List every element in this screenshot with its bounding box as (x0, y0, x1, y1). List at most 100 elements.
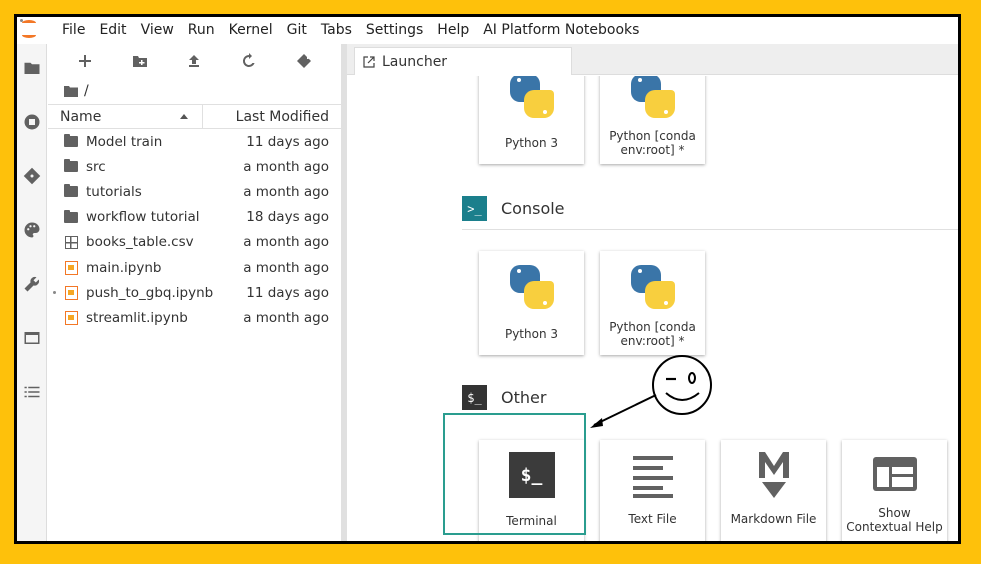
file-list: Model train 11 days ago src a month ago … (48, 129, 341, 331)
console-python-conda-card[interactable]: Python [conda env:root] * (600, 251, 705, 355)
python-logo-icon (508, 76, 556, 120)
modified-column-label: Last Modified (235, 108, 329, 125)
file-row-workflow-tutorial[interactable]: workflow tutorial 18 days ago (48, 205, 341, 230)
name-column-header[interactable]: Name (48, 105, 203, 128)
file-modified: 18 days ago (246, 209, 329, 226)
tab-bar: Launcher (347, 44, 958, 75)
menu-file[interactable]: File (55, 17, 92, 44)
card-label: Markdown File (730, 512, 817, 526)
running-indicator-dot (53, 291, 56, 295)
file-modified: a month ago (243, 183, 329, 200)
file-name: push_to_gbq.ipynb (86, 284, 214, 301)
markdown-file-card[interactable]: Markdown File (721, 440, 826, 541)
markdown-icon (758, 452, 789, 498)
refresh-button[interactable] (238, 50, 260, 72)
file-modified: a month ago (243, 158, 329, 175)
menu-bar: File Edit View Run Kernel Git Tabs Setti… (17, 17, 958, 44)
notebook-icon (64, 285, 78, 300)
tab-launcher[interactable]: Launcher (354, 47, 572, 75)
text-file-card[interactable]: Text File (600, 440, 705, 541)
console-section-title: Console (501, 199, 565, 218)
other-section-header: $_ Other (462, 385, 546, 410)
card-label: Text File (628, 512, 677, 526)
notebook-icon (64, 310, 78, 325)
tabs-icon[interactable] (22, 328, 42, 348)
file-row-main-ipynb[interactable]: main.ipynb a month ago (48, 255, 341, 280)
file-modified: a month ago (243, 234, 329, 251)
jupyter-logo-icon (17, 17, 47, 44)
file-name: src (86, 158, 106, 175)
modified-column-header[interactable]: Last Modified (203, 105, 341, 128)
new-folder-button[interactable] (129, 50, 151, 72)
file-modified: a month ago (243, 259, 329, 276)
notebook-python3-card[interactable]: Python 3 (479, 76, 584, 164)
menu-edit[interactable]: Edit (92, 17, 133, 44)
show-contextual-help-card[interactable]: Show Contextual Help (842, 440, 947, 541)
menu-settings[interactable]: Settings (359, 17, 430, 44)
launcher-panel: Python 3 Python [conda env:root] * >_ Co… (347, 76, 958, 541)
breadcrumb-path[interactable]: / (84, 83, 89, 99)
terminal-section-icon: $_ (462, 385, 487, 410)
upload-button[interactable] (183, 50, 205, 72)
file-modified: 11 days ago (246, 133, 329, 150)
menu-tabs[interactable]: Tabs (314, 17, 359, 44)
file-name: Model train (86, 133, 163, 150)
folder-icon[interactable] (64, 85, 78, 97)
folder-icon (64, 159, 78, 174)
card-label: Python [conda env:root] * (609, 129, 696, 157)
console-python3-card[interactable]: Python 3 (479, 251, 584, 355)
git-clone-button[interactable] (293, 50, 315, 72)
other-section-title: Other (501, 388, 547, 407)
python-logo-icon (508, 263, 556, 311)
folder-icon (64, 184, 78, 199)
activity-bar (17, 44, 47, 541)
file-list-header: Name Last Modified (48, 104, 341, 129)
file-row-src[interactable]: src a month ago (48, 154, 341, 179)
python-logo-icon (629, 76, 677, 120)
contextual-help-icon (872, 457, 917, 491)
file-row-push-to-gbq-ipynb[interactable]: push_to_gbq.ipynb 11 days ago (48, 280, 341, 305)
jupyterlab-window: File Edit View Run Kernel Git Tabs Setti… (14, 14, 961, 544)
file-name: tutorials (86, 183, 142, 200)
file-row-books-table-csv[interactable]: books_table.csv a month ago (48, 230, 341, 255)
menu-view[interactable]: View (134, 17, 181, 44)
breadcrumb: / (48, 78, 341, 104)
main-area: Launcher Python 3 Python [conda env:root… (347, 44, 958, 541)
new-launcher-button[interactable] (74, 50, 96, 72)
card-label: Python 3 (504, 136, 559, 150)
file-modified: a month ago (243, 309, 329, 326)
git-icon[interactable] (22, 166, 42, 186)
file-name: workflow tutorial (86, 209, 200, 226)
card-label: Python [conda env:root] * (609, 320, 696, 348)
sort-caret-up-icon (180, 114, 188, 119)
file-row-model-train[interactable]: Model train 11 days ago (48, 129, 341, 154)
python-logo-icon (629, 263, 677, 311)
menu-git[interactable]: Git (280, 17, 314, 44)
tab-label: Launcher (382, 53, 448, 70)
folder-icon[interactable] (22, 58, 42, 78)
menu-kernel[interactable]: Kernel (222, 17, 280, 44)
spreadsheet-icon (64, 235, 78, 249)
menu-run[interactable]: Run (181, 17, 222, 44)
section-divider (462, 229, 958, 230)
notebook-icon (64, 260, 78, 275)
card-label: Show Contextual Help (846, 506, 943, 534)
running-sessions-icon[interactable] (22, 112, 42, 132)
notebook-python-conda-card[interactable]: Python [conda env:root] * (600, 76, 705, 164)
file-modified: 11 days ago (246, 284, 329, 301)
text-file-icon (632, 456, 673, 498)
launch-icon (363, 55, 375, 68)
wrench-icon[interactable] (22, 274, 42, 294)
table-of-contents-icon[interactable] (22, 382, 42, 402)
folder-icon (64, 209, 78, 224)
menu-ai-platform-notebooks[interactable]: AI Platform Notebooks (476, 17, 646, 44)
file-browser-toolbar (48, 44, 341, 78)
file-row-tutorials[interactable]: tutorials a month ago (48, 179, 341, 204)
terminal-highlight-box (443, 413, 586, 535)
folder-icon (64, 134, 78, 149)
palette-icon[interactable] (22, 220, 42, 240)
file-row-streamlit-ipynb[interactable]: streamlit.ipynb a month ago (48, 305, 341, 330)
file-browser: / Name Last Modified Model train 11 days… (48, 44, 341, 541)
winking-smiley-annotation-icon (590, 355, 712, 428)
menu-help[interactable]: Help (430, 17, 476, 44)
